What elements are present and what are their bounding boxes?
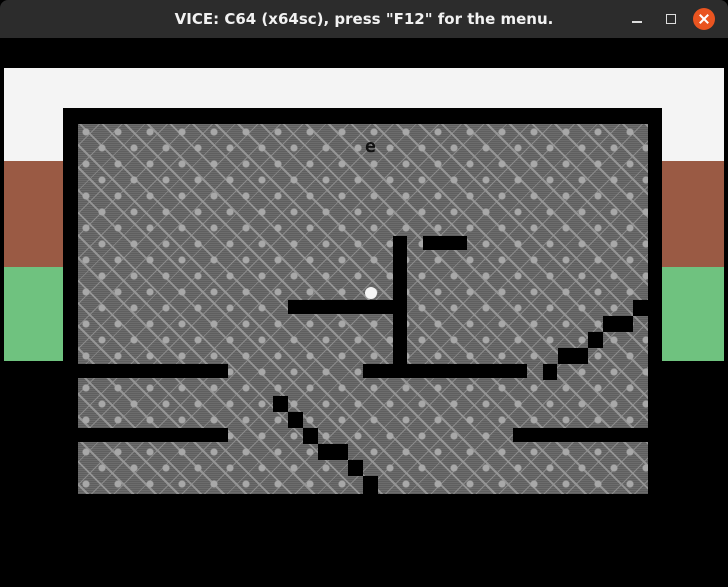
stair-block <box>273 396 288 412</box>
wall-top-short <box>423 236 467 250</box>
ball <box>365 287 377 299</box>
stair-block <box>348 460 363 476</box>
stair-block <box>588 332 603 348</box>
stair-block <box>303 428 318 444</box>
stair-block <box>543 364 557 380</box>
window-title: VICE: C64 (x64sc), press "F12" for the m… <box>174 10 554 28</box>
game-playfield: e <box>63 108 662 512</box>
wall-vertical <box>393 236 407 366</box>
minimize-icon[interactable] <box>626 8 648 30</box>
stair-block <box>633 300 648 316</box>
maximize-icon[interactable] <box>660 8 682 30</box>
window-titlebar[interactable]: VICE: C64 (x64sc), press "F12" for the m… <box>0 0 728 38</box>
close-icon[interactable] <box>693 8 715 30</box>
wall-left-lower <box>78 428 228 442</box>
stair-block <box>318 444 348 460</box>
player-sprite: e <box>365 136 376 157</box>
wall-middle <box>288 300 394 314</box>
stair-block <box>603 316 633 332</box>
wall-right-lower <box>513 428 648 442</box>
stair-block <box>558 348 588 364</box>
wall-left-upper <box>78 364 228 378</box>
stair-block <box>288 412 303 428</box>
wall-center <box>363 364 527 378</box>
emulator-screen[interactable]: e <box>4 38 724 583</box>
stair-block <box>363 476 378 494</box>
